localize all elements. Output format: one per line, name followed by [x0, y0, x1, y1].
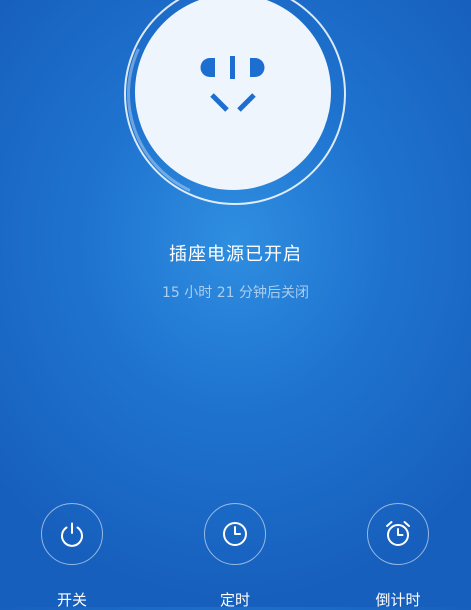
power-toggle-button[interactable]	[41, 503, 103, 565]
clock-icon	[223, 522, 247, 546]
power-toggle-action[interactable]: 开关	[32, 503, 112, 610]
countdown-button[interactable]	[367, 503, 429, 565]
schedule-button[interactable]	[204, 503, 266, 565]
status-title: 插座电源已开启	[169, 244, 302, 265]
countdown-action[interactable]: 倒计时	[358, 503, 438, 610]
power-socket-icon	[200, 56, 265, 112]
alarm-clock-icon	[386, 521, 410, 546]
power-icon	[61, 522, 83, 547]
socket-indicator[interactable]	[96, 0, 374, 233]
status-subtitle: 15 小时 21 分钟后关闭	[162, 285, 309, 301]
schedule-action[interactable]: 定时	[195, 503, 275, 610]
socket-face	[135, 0, 331, 190]
